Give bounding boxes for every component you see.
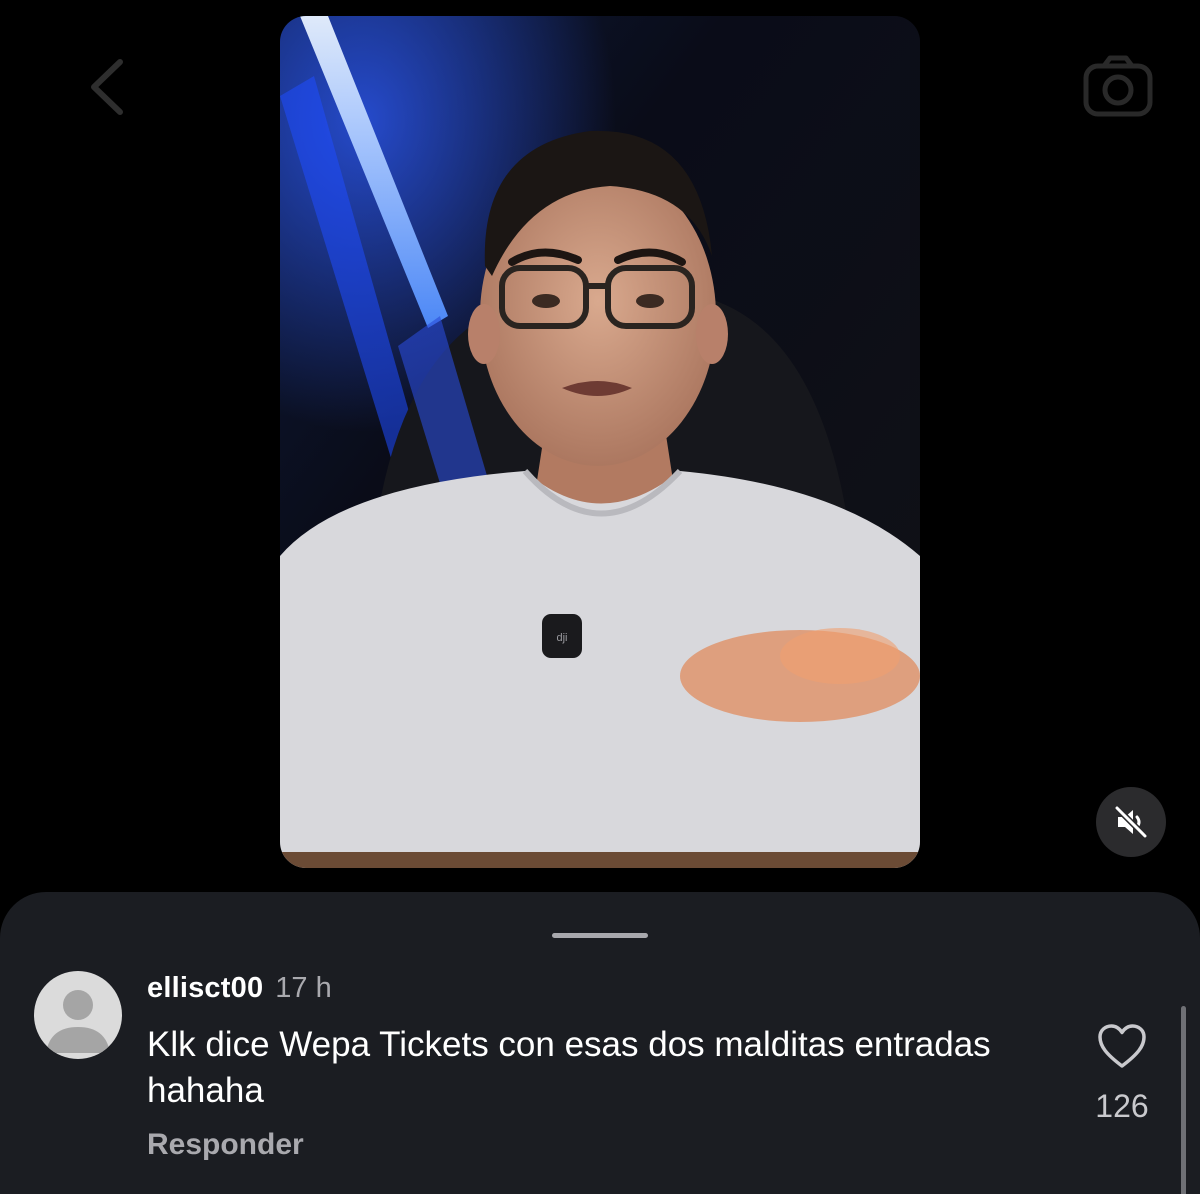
sheet-grabber-handle[interactable] bbox=[552, 933, 648, 938]
speaker-muted-icon bbox=[1114, 805, 1148, 839]
camera-icon bbox=[1083, 55, 1153, 117]
video-player[interactable]: dji bbox=[280, 16, 920, 868]
like-button[interactable] bbox=[1096, 1022, 1148, 1070]
like-count: 126 bbox=[1095, 1088, 1149, 1124]
camera-button[interactable] bbox=[1082, 54, 1154, 120]
mute-toggle-button[interactable] bbox=[1096, 787, 1166, 857]
video-frame-image: dji bbox=[280, 16, 920, 868]
scrollbar[interactable] bbox=[1181, 1006, 1186, 1194]
avatar[interactable] bbox=[34, 971, 122, 1059]
comment-username[interactable]: ellisct00 bbox=[147, 972, 263, 1005]
comment-timestamp: 17 h bbox=[275, 972, 332, 1004]
reply-button[interactable]: Responder bbox=[147, 1128, 304, 1162]
svg-text:dji: dji bbox=[556, 632, 567, 644]
reel-viewer: dji ellisct00 17 h Klk dice Wepa Tickets… bbox=[0, 0, 1200, 1194]
comments-sheet: ellisct00 17 h Klk dice Wepa Tickets con… bbox=[0, 892, 1200, 1194]
chevron-left-icon bbox=[91, 59, 123, 115]
heart-outline-icon bbox=[1098, 1024, 1146, 1068]
comment-header: ellisct00 17 h bbox=[147, 972, 332, 1008]
default-user-icon bbox=[46, 990, 110, 1053]
comment-body: Klk dice Wepa Tickets con esas dos maldi… bbox=[147, 1025, 991, 1110]
back-button[interactable] bbox=[80, 52, 140, 122]
